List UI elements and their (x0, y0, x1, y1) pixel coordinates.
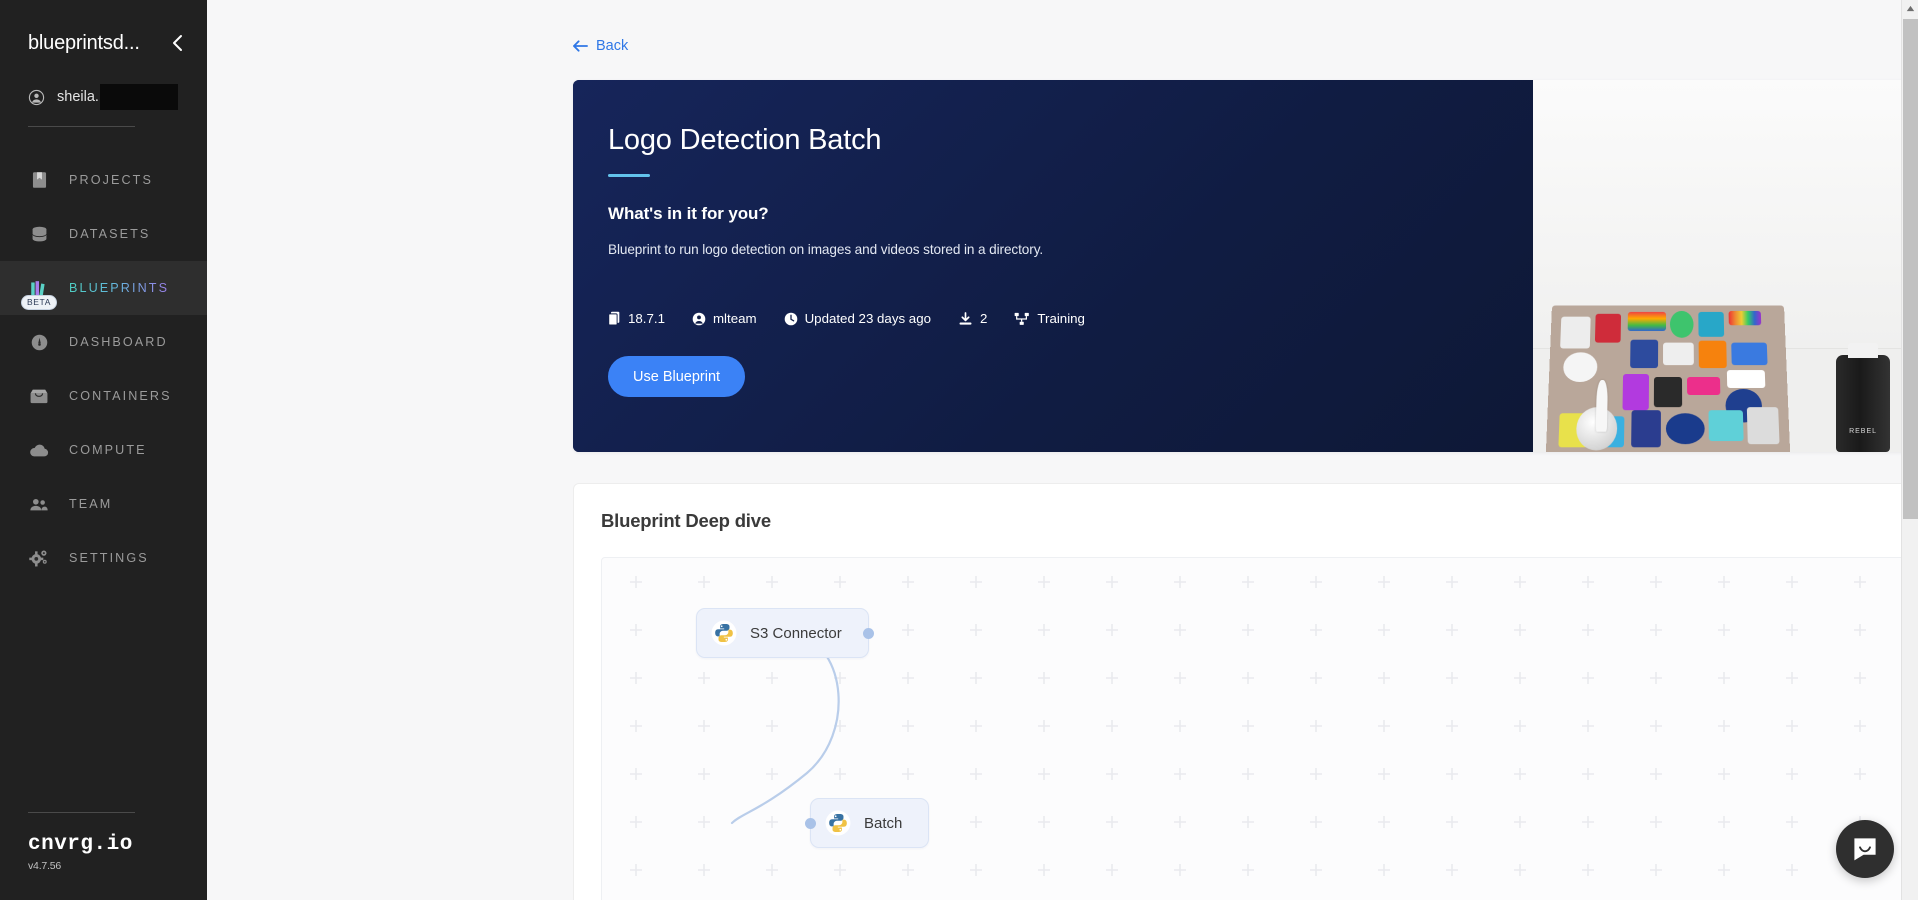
blueprints-icon: BETA (21, 278, 57, 310)
sidebar-item-dashboard[interactable]: DASHBOARD (0, 315, 207, 369)
sidebar-brand-row: blueprintsd... (0, 26, 207, 60)
page-scrollbar[interactable] (1901, 0, 1918, 900)
redacted-block (99, 84, 178, 110)
photo-bottle-label: REBEL (1849, 427, 1878, 435)
photo-bottle-cap (1848, 342, 1878, 359)
node-label: Batch (864, 814, 903, 832)
sidebar-label: COMPUTE (69, 443, 147, 457)
sidebar-label: DASHBOARD (69, 335, 168, 349)
username-text: sheila. (57, 89, 99, 105)
sidebar-label: DATASETS (69, 227, 151, 241)
organization-name: blueprintsd... (28, 31, 140, 54)
meta-updated: Updated 23 days ago (784, 311, 931, 326)
node-label: S3 Connector (750, 624, 842, 642)
photo-bottle: REBEL (1836, 342, 1890, 452)
user-circle-icon (28, 89, 45, 106)
sidebar-user[interactable]: sheila. (0, 76, 207, 118)
title-underline (608, 174, 650, 177)
beta-badge: BETA (21, 295, 57, 310)
photo-headband (1595, 380, 1609, 432)
scrollbar-thumb[interactable] (1903, 19, 1918, 519)
photo-laptop (1546, 305, 1791, 452)
sidebar-item-containers[interactable]: CONTAINERS (0, 369, 207, 423)
cnvrg-logo: cnvrg.io (28, 833, 133, 856)
sidebar-footer-divider (28, 812, 135, 813)
sidebar-label: PROJECTS (69, 173, 153, 187)
hero-image: REBEL (1533, 80, 1918, 452)
file-copy-icon (608, 311, 621, 326)
blueprint-deep-dive-section: Blueprint Deep dive S3 Connector Batch (573, 483, 1918, 900)
container-icon (29, 386, 49, 406)
flow-node-batch[interactable]: Batch (805, 798, 930, 848)
sticker-laptop-photo: REBEL (1533, 80, 1918, 452)
node-input-port[interactable] (805, 818, 816, 829)
sidebar-item-compute[interactable]: COMPUTE (0, 423, 207, 477)
hero-subtitle: What's in it for you? (608, 204, 769, 223)
hero-meta-row: 18.7.1 mlteam Updated 23 days ago 2 Trai… (608, 311, 1533, 326)
hero-info: Logo Detection Batch What's in it for yo… (573, 80, 1533, 452)
sidebar-footer: cnvrg.io v4.7.56 (0, 812, 207, 900)
python-icon (825, 810, 851, 836)
flow-canvas[interactable]: S3 Connector Batch (601, 557, 1915, 900)
meta-category: Training (1014, 311, 1085, 326)
sidebar-item-datasets[interactable]: DATASETS (0, 207, 207, 261)
back-link[interactable]: Back (573, 38, 628, 54)
sidebar-item-projects[interactable]: PROJECTS (0, 153, 207, 207)
back-label: Back (596, 38, 629, 54)
meta-version: 18.7.1 (608, 311, 665, 326)
flow-icon (1014, 312, 1030, 326)
sidebar-item-blueprints[interactable]: BETA BLUEPRINTS (0, 261, 207, 315)
clock-icon (784, 312, 798, 326)
chat-bubble-icon[interactable] (1836, 820, 1894, 878)
meta-author: mlteam (692, 311, 757, 326)
node-output-port[interactable] (862, 628, 874, 639)
team-icon (29, 494, 49, 514)
deep-dive-title: Blueprint Deep dive (601, 510, 771, 531)
meta-text: 2 (980, 311, 988, 326)
arrow-left-icon (573, 40, 588, 52)
cloud-icon (29, 440, 49, 460)
scroll-up-arrow-icon[interactable] (1902, 0, 1918, 17)
sidebar: blueprintsd... sheila. PROJECTS DATASETS… (0, 0, 207, 900)
flow-node-s3-connector[interactable]: S3 Connector (696, 608, 874, 658)
sidebar-username: sheila. (57, 84, 178, 110)
projects-icon (29, 170, 49, 190)
user-circle-icon (692, 312, 706, 326)
sidebar-item-settings[interactable]: SETTINGS (0, 531, 207, 585)
app-root: blueprintsd... sheila. PROJECTS DATASETS… (0, 0, 1918, 900)
sidebar-header: blueprintsd... sheila. (0, 0, 207, 127)
hero-description: Blueprint to run logo detection on image… (608, 242, 1044, 257)
download-icon (958, 311, 973, 326)
gauge-icon (29, 332, 49, 352)
meta-text: mlteam (712, 311, 757, 326)
sidebar-label: SETTINGS (69, 551, 149, 565)
main-content: Back Logo Detection Batch What's in it f… (207, 0, 1918, 900)
sidebar-nav: PROJECTS DATASETS BETA BLUEPRINTS DASHBO… (0, 153, 207, 585)
app-version: v4.7.56 (28, 860, 62, 872)
sidebar-divider (28, 126, 135, 127)
meta-text: 18.7.1 (628, 311, 665, 326)
sidebar-label: TEAM (69, 497, 113, 511)
use-blueprint-button[interactable]: Use Blueprint (608, 356, 746, 397)
blueprint-hero-card: Logo Detection Batch What's in it for yo… (573, 80, 1918, 452)
sidebar-label: CONTAINERS (69, 389, 172, 403)
sidebar-label: BLUEPRINTS (69, 281, 170, 295)
meta-text: Training (1037, 311, 1085, 326)
meta-text: Updated 23 days ago (804, 311, 931, 326)
page-title: Logo Detection Batch (608, 124, 882, 156)
chevron-left-icon[interactable] (167, 33, 187, 53)
sidebar-item-team[interactable]: TEAM (0, 477, 207, 531)
scroll-region: Back Logo Detection Batch What's in it f… (207, 0, 1918, 900)
meta-downloads: 2 (958, 311, 987, 326)
gears-icon (29, 548, 49, 568)
database-icon (29, 224, 49, 244)
python-icon (711, 620, 737, 646)
